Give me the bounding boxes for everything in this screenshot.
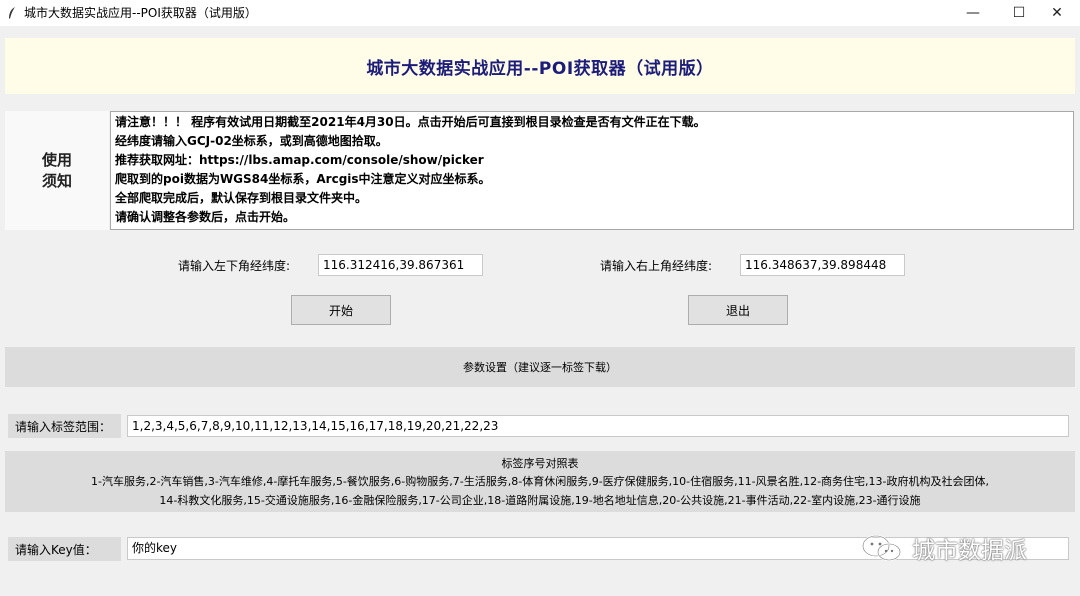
close-icon: ✕	[1051, 5, 1063, 21]
exit-button[interactable]: 退出	[688, 295, 788, 325]
upper-right-coord-input[interactable]: 116.348637,39.898448	[740, 254, 905, 276]
window-title: 城市大数据实战应用--POI获取器（试用版）	[24, 6, 257, 20]
minimize-button[interactable]: —	[950, 0, 996, 26]
notice-label: 使用须知	[41, 150, 72, 190]
lower-left-coord-input[interactable]: 116.312416,39.867361	[318, 254, 483, 276]
settings-header: 参数设置（建议逐一标签下载）	[5, 347, 1075, 387]
minimize-icon: —	[966, 5, 980, 21]
tag-range-label: 请输入标签范围：	[8, 414, 121, 438]
notice-line: 全部爬取完成后，默认保存到根目录文件夹中。	[115, 191, 368, 205]
tag-range-input[interactable]: 1,2,3,4,5,6,7,8,9,10,11,12,13,14,15,16,1…	[127, 415, 1069, 437]
notice-line: 爬取到的poi数据为WGS84坐标系，Arcgis中注意定义对应坐标系。	[115, 172, 491, 186]
title-bar: 城市大数据实战应用--POI获取器（试用版） — ☐ ✕	[0, 0, 1080, 26]
notice-line: 请确认调整各参数后，点击开始。	[115, 210, 296, 224]
notice-textbox[interactable]: 请注意！！！ 程序有效试用日期截至2021年4月30日。点击开始后可直接到根目录…	[110, 111, 1074, 230]
upper-right-coord-label: 请输入右上角经纬度:	[600, 259, 713, 273]
feather-icon	[9, 7, 15, 19]
key-label: 请输入Key值：	[8, 537, 121, 561]
notice-line: 请注意！！！ 程序有效试用日期截至2021年4月30日。点击开始后可直接到根目录…	[115, 115, 706, 129]
wechat-icon	[862, 535, 901, 561]
notice-line: 经纬度请输入GCJ-02坐标系，或到高德地图拾取。	[115, 134, 388, 148]
maximize-icon: ☐	[1012, 5, 1026, 21]
close-button[interactable]: ✕	[1034, 0, 1080, 26]
lower-left-coord-label: 请输入左下角经纬度:	[178, 259, 291, 273]
notice-line: 推荐获取网址：https://lbs.amap.com/console/show…	[115, 153, 484, 167]
app-header: 城市大数据实战应用--POI获取器（试用版）	[5, 38, 1075, 94]
settings-title: 参数设置（建议逐一标签下载）	[463, 361, 617, 374]
tag-legend: 标签序号对照表 1-汽车服务,2-汽车销售,3-汽车维修,4-摩托车服务,5-餐…	[5, 451, 1075, 512]
legend-line: 1-汽车服务,2-汽车销售,3-汽车维修,4-摩托车服务,5-餐饮服务,6-购物…	[90, 475, 990, 488]
watermark-text: 城市数据派	[912, 538, 1027, 564]
start-button[interactable]: 开始	[291, 295, 391, 325]
page-title: 城市大数据实战应用--POI获取器（试用版）	[366, 58, 714, 79]
watermark: 城市数据派	[860, 531, 1027, 565]
notice-label-panel: 使用须知	[5, 111, 109, 230]
legend-title: 标签序号对照表	[501, 457, 579, 470]
legend-line: 14-科教文化服务,15-交通设施服务,16-金融保险服务,17-公司企业,18…	[159, 494, 921, 507]
